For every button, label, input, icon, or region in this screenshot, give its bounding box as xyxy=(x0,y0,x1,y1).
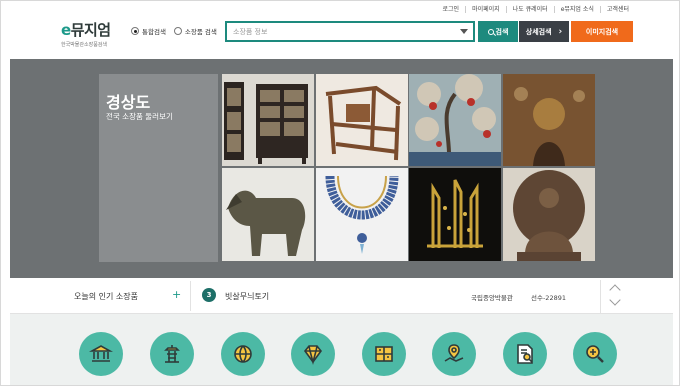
artifact-image-gold-crown[interactable] xyxy=(409,168,501,261)
logo-e: e xyxy=(61,21,71,39)
region-subtitle: 전국 소장품 둘러보기 xyxy=(106,112,173,121)
shelf-icon xyxy=(375,346,393,362)
diamond-icon xyxy=(303,345,323,366)
search-placeholder: 소장품 정보 xyxy=(233,28,268,36)
artifact-image-cabinets[interactable] xyxy=(222,74,314,166)
divider xyxy=(190,281,191,311)
artifact-image-horse-figure[interactable] xyxy=(222,168,314,261)
radio-collection-search[interactable]: 소장품 검색 xyxy=(173,26,217,36)
page: 로그인 마이페이지 나도 큐레이터 e뮤지엄 소식 고객센터 e뮤지엄 한국박물… xyxy=(0,0,680,386)
site-logo[interactable]: e뮤지엄 한국박물관소장품검색 xyxy=(61,19,111,48)
artifact-image-necklace[interactable] xyxy=(316,168,408,261)
top-links: 로그인 마이페이지 나도 큐레이터 e뮤지엄 소식 고객센터 xyxy=(437,4,636,14)
rank-badge: 3 xyxy=(202,288,216,302)
map-pin-icon xyxy=(444,344,464,362)
chevron-right-icon: › xyxy=(558,26,563,37)
radio-integrated-search[interactable]: 통합검색 xyxy=(131,26,166,36)
news-link[interactable]: e뮤지엄 소식 xyxy=(553,5,600,13)
login-link[interactable]: 로그인 xyxy=(437,6,466,13)
search-icon xyxy=(487,28,494,35)
globe-icon xyxy=(234,345,252,363)
popular-label: 오늘의 인기 소장품 xyxy=(74,292,138,301)
radio-label: 소장품 검색 xyxy=(184,28,217,36)
radio-dot[interactable] xyxy=(173,27,182,35)
ticker-arrows xyxy=(600,280,630,314)
category-pagoda[interactable] xyxy=(150,332,194,376)
logo-subtitle: 한국박물관소장품검색 xyxy=(61,42,108,48)
search-input[interactable]: 소장품 정보 xyxy=(225,21,475,42)
museum-icon xyxy=(89,345,113,362)
artifact-image-painting-tree[interactable] xyxy=(409,74,501,166)
popular-item-museum: 국립중앙박물관 xyxy=(471,294,513,302)
dropdown-caret-icon[interactable] xyxy=(460,29,468,34)
category-zoom[interactable] xyxy=(573,332,617,376)
category-jewelry[interactable] xyxy=(291,332,335,376)
region-title: 경상도 xyxy=(106,93,151,112)
advanced-search-label: 상세검색 xyxy=(525,27,552,36)
category-document[interactable] xyxy=(503,332,547,376)
popular-item-id: 선수-22891 xyxy=(531,294,566,302)
support-link[interactable]: 고객센터 xyxy=(599,5,635,13)
chevron-down-icon[interactable] xyxy=(609,294,621,306)
popular-item-title[interactable]: 빗살무늬토기 xyxy=(225,291,269,302)
pagoda-icon xyxy=(164,345,180,363)
mypage-link[interactable]: 마이페이지 xyxy=(465,5,506,13)
radio-label: 통합검색 xyxy=(142,28,166,36)
category-globe[interactable] xyxy=(221,332,265,376)
search-scope: 통합검색 소장품 검색 xyxy=(131,26,217,36)
advanced-search-button[interactable]: 상세검색 › xyxy=(519,21,569,42)
category-museum[interactable] xyxy=(79,332,123,376)
category-shelf[interactable] xyxy=(362,332,406,376)
logo-title-rest: 뮤지엄 xyxy=(70,21,111,39)
search-button[interactable]: 검색 xyxy=(478,21,518,42)
zoom-in-icon xyxy=(586,345,604,363)
radio-dot-selected[interactable] xyxy=(131,27,139,35)
artifact-image-wooden-frame[interactable] xyxy=(316,74,408,166)
artifact-image-buddhist-painting[interactable] xyxy=(503,74,595,166)
artifact-image-buddha-statue[interactable] xyxy=(503,168,595,261)
logo-title: e뮤지엄 xyxy=(61,19,111,40)
curator-link[interactable]: 나도 큐레이터 xyxy=(505,5,554,13)
document-search-icon xyxy=(517,344,533,364)
search-button-label: 검색 xyxy=(495,27,509,36)
more-plus-icon[interactable]: + xyxy=(172,288,181,301)
category-map[interactable] xyxy=(432,332,476,376)
image-search-button[interactable]: 이미지검색 xyxy=(571,21,633,42)
image-search-label: 이미지검색 xyxy=(585,27,619,36)
